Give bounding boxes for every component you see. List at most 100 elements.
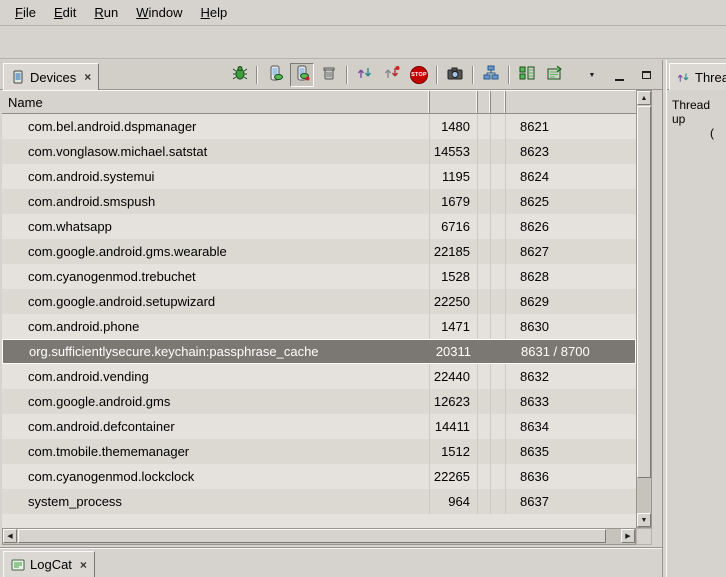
- table-row[interactable]: com.vonglasow.michael.satstat 14553 8623: [2, 139, 636, 164]
- tab-devices[interactable]: Devices ×: [3, 63, 99, 90]
- menu-window[interactable]: Window: [127, 2, 191, 23]
- column-header-blank-2[interactable]: [491, 91, 506, 113]
- devices-table-header: Name: [2, 90, 636, 114]
- scroll-left-button[interactable]: ◀: [3, 529, 17, 543]
- process-pid: 22250: [430, 289, 478, 314]
- start-method-profiling-button[interactable]: [380, 63, 404, 87]
- maximize-view-button[interactable]: [634, 63, 658, 87]
- cause-gc-button[interactable]: [317, 63, 341, 87]
- process-name: com.android.phone: [2, 314, 430, 339]
- system-info-button[interactable]: [515, 63, 539, 87]
- menu-edit[interactable]: Edit: [45, 2, 85, 23]
- ddms-window: File Edit Run Window Help Devices ×: [0, 0, 726, 577]
- table-row[interactable]: com.android.smspush 1679 8625: [2, 189, 636, 214]
- scroll-down-button[interactable]: ▼: [637, 513, 651, 527]
- tab-logcat[interactable]: LogCat ×: [3, 551, 95, 577]
- process-pid: 6716: [430, 214, 478, 239]
- threads-content: Thread up (: [667, 90, 726, 577]
- chevron-down-icon: ▼: [589, 72, 596, 79]
- capture-system-trace-icon: [546, 65, 562, 86]
- close-icon[interactable]: ×: [80, 558, 87, 572]
- table-row[interactable]: com.tmobile.thememanager 1512 8635: [2, 439, 636, 464]
- scroll-right-button[interactable]: ▶: [621, 529, 635, 543]
- menubar: File Edit Run Window Help: [0, 0, 726, 26]
- table-row[interactable]: com.whatsapp 6716 8626: [2, 214, 636, 239]
- process-port: 8631 / 8700: [507, 340, 635, 363]
- process-pid: 14553: [430, 139, 478, 164]
- process-name: com.android.vending: [2, 364, 430, 389]
- arrow-up-icon: ▲: [641, 95, 648, 102]
- stop-process-button[interactable]: STOP: [407, 63, 431, 87]
- process-pid: 1471: [430, 314, 478, 339]
- process-pid: 1512: [430, 439, 478, 464]
- arrow-down-icon: ▼: [641, 517, 648, 524]
- table-row[interactable]: com.google.android.setupwizard 22250 862…: [2, 289, 636, 314]
- tab-threads[interactable]: Threads: [669, 63, 726, 90]
- process-name: com.google.android.gms.wearable: [2, 239, 430, 264]
- process-name: system_process: [2, 489, 430, 514]
- update-threads-button[interactable]: [353, 63, 377, 87]
- main-area: Devices ×: [0, 60, 726, 577]
- stop-process-icon: STOP: [410, 66, 428, 84]
- dump-view-hierarchy-button[interactable]: [479, 63, 503, 87]
- update-heap-icon: [267, 65, 283, 86]
- devices-table-body: com.bel.android.dspmanager 1480 8621 com…: [2, 114, 636, 528]
- table-row[interactable]: com.cyanogenmod.trebuchet 1528 8628: [2, 264, 636, 289]
- toolbar-separator: [508, 66, 510, 84]
- dump-hprof-button[interactable]: [290, 63, 314, 87]
- start-method-profiling-icon: [384, 65, 400, 86]
- debug-icon: [231, 64, 248, 86]
- table-row[interactable]: com.android.systemui 1195 8624: [2, 164, 636, 189]
- table-row-selected[interactable]: org.sufficientlysecure.keychain:passphra…: [2, 339, 636, 364]
- table-row[interactable]: com.google.android.gms 12623 8633: [2, 389, 636, 414]
- process-name: com.tmobile.thememanager: [2, 439, 430, 464]
- process-port: 8624: [506, 164, 636, 189]
- horizontal-scrollbar-thumb[interactable]: [18, 529, 606, 543]
- update-heap-button[interactable]: [263, 63, 287, 87]
- process-port: 8628: [506, 264, 636, 289]
- table-row[interactable]: com.bel.android.dspmanager 1480 8621: [2, 114, 636, 139]
- cause-gc-icon: [321, 65, 337, 86]
- process-name: org.sufficientlysecure.keychain:passphra…: [3, 340, 431, 363]
- scroll-up-button[interactable]: ▲: [637, 91, 651, 105]
- table-row[interactable]: com.android.phone 1471 8630: [2, 314, 636, 339]
- process-port: 8627: [506, 239, 636, 264]
- table-row[interactable]: com.android.defcontainer 14411 8634: [2, 414, 636, 439]
- tab-devices-label: Devices: [30, 70, 76, 85]
- view-menu-button[interactable]: ▼: [580, 63, 604, 87]
- table-row[interactable]: com.cyanogenmod.lockclock 22265 8636: [2, 464, 636, 489]
- arrow-right-icon: ▶: [625, 533, 630, 540]
- vertical-scrollbar-thumb[interactable]: [637, 106, 651, 478]
- devices-toolbar: STOP: [227, 63, 658, 87]
- process-pid: 12623: [430, 389, 478, 414]
- logcat-icon: [11, 558, 25, 572]
- column-header-pid[interactable]: [430, 91, 478, 113]
- close-icon[interactable]: ×: [84, 70, 91, 84]
- capture-system-trace-button[interactable]: [542, 63, 566, 87]
- screen-capture-icon: [447, 65, 463, 86]
- minimize-view-button[interactable]: [607, 63, 631, 87]
- table-row[interactable]: com.google.android.gms.wearable 22185 86…: [2, 239, 636, 264]
- column-header-port[interactable]: [506, 91, 636, 113]
- process-port: 8630: [506, 314, 636, 339]
- process-name: com.whatsapp: [2, 214, 430, 239]
- threads-tabbar: Threads: [667, 60, 726, 90]
- column-header-blank-1[interactable]: [478, 91, 491, 113]
- menu-help[interactable]: Help: [191, 2, 236, 23]
- vertical-scrollbar[interactable]: ▲ ▼: [636, 90, 652, 528]
- dump-hprof-icon: [294, 65, 310, 86]
- debug-process-button[interactable]: [227, 63, 251, 87]
- table-row[interactable]: system_process 964 8637: [2, 489, 636, 514]
- table-row[interactable]: com.android.vending 22440 8632: [2, 364, 636, 389]
- screen-capture-button[interactable]: [443, 63, 467, 87]
- toolbar-separator: [436, 66, 438, 84]
- process-pid: 22265: [430, 464, 478, 489]
- process-port: 8634: [506, 414, 636, 439]
- horizontal-scrollbar[interactable]: ◀ ▶: [2, 528, 636, 545]
- process-port: 8632: [506, 364, 636, 389]
- dump-view-hierarchy-icon: [483, 65, 499, 86]
- column-header-name[interactable]: Name: [2, 91, 430, 113]
- menu-run[interactable]: Run: [85, 2, 127, 23]
- menu-file[interactable]: File: [6, 2, 45, 23]
- process-name: com.google.android.setupwizard: [2, 289, 430, 314]
